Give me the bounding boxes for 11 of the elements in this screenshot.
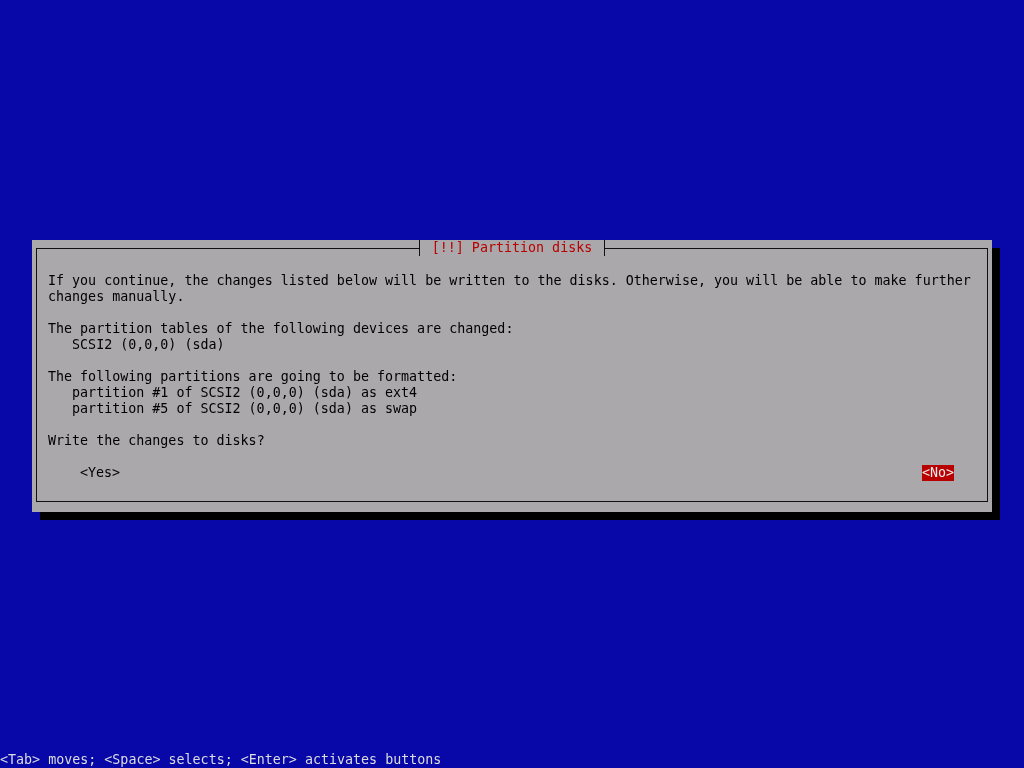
intro-paragraph: If you continue, the changes listed below will be written to the disks. Otherwise, you will be able to make further changes manually. — [48, 273, 972, 305]
list-item: partition #1 of SCSI2 (0,0,0) (sda) as ext4 — [71, 385, 419, 401]
status-bar-hint: <Tab> moves; <Space> selects; <Enter> activates buttons — [0, 752, 443, 768]
question-text: Write the changes to disks? — [48, 433, 266, 449]
list-item: partition #5 of SCSI2 (0,0,0) (sda) as swap — [71, 401, 419, 417]
dialog-title: [!!] Partition disks — [418, 240, 606, 256]
section-heading: The following partitions are going to be formatted: — [48, 369, 459, 385]
section-heading: The partition tables of the following devices are changed: — [48, 321, 515, 337]
dialog-button[interactable]: <No> — [921, 465, 954, 481]
list-item: SCSI2 (0,0,0) (sda) — [71, 337, 226, 353]
dialog-button[interactable]: <Yes> — [80, 465, 121, 481]
